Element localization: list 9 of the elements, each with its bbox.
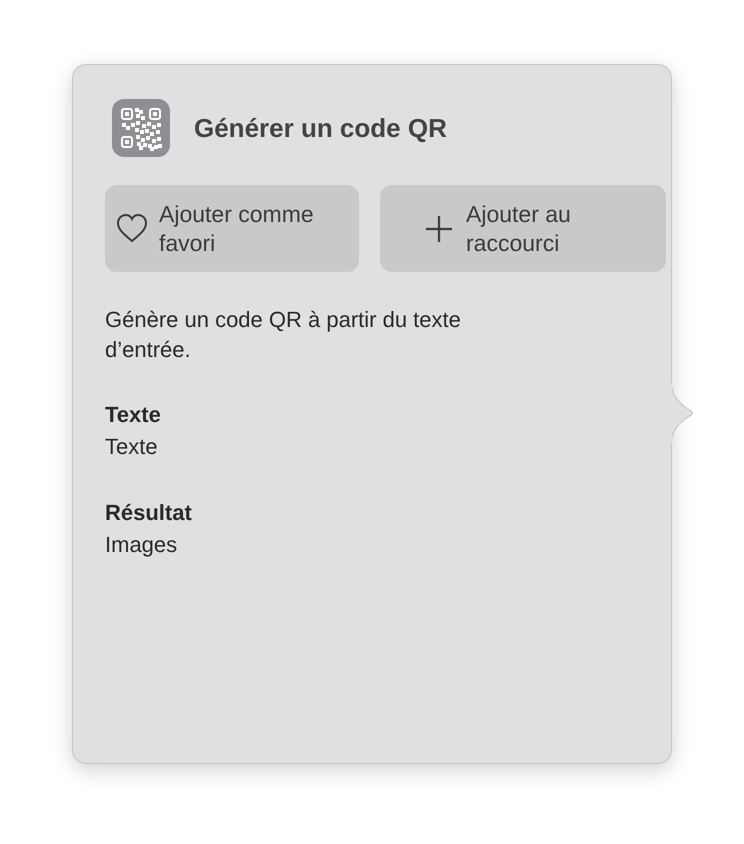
- favorite-button[interactable]: Ajouter comme favori: [105, 185, 359, 272]
- description-text: Génère un code QR à partir du texte d’entrée.: [105, 306, 462, 364]
- qr-code-icon: [112, 99, 170, 157]
- field-value: Texte: [105, 433, 159, 461]
- field-label: Résultat: [105, 499, 193, 527]
- add-button[interactable]: Ajouter au raccourci: [380, 185, 666, 272]
- field-value: Images: [105, 531, 178, 559]
- field-label: Texte: [105, 401, 162, 429]
- popover-title: Générer un code QR: [194, 112, 447, 144]
